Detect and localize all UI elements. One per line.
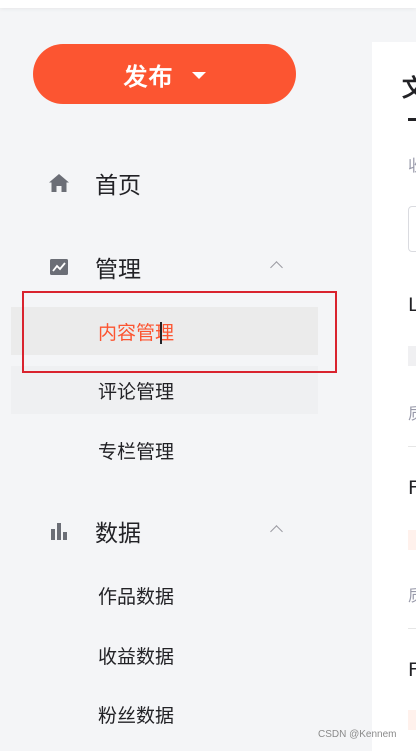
- article-title[interactable]: L: [408, 294, 416, 316]
- sidebar-subitem-label: 评论管理: [98, 380, 175, 403]
- article-tag: [408, 530, 416, 550]
- publish-button-label: 发布: [123, 62, 174, 91]
- divider: [408, 628, 416, 629]
- sidebar-subitem-label: 专栏管理: [98, 440, 175, 463]
- chevron-up-icon[interactable]: [270, 261, 283, 274]
- home-icon: [48, 172, 70, 194]
- sidebar-subitem-column-manage[interactable]: 专栏管理: [11, 426, 318, 474]
- content-subtitle: 收: [408, 152, 416, 176]
- article-tag: [408, 710, 416, 730]
- article-meta: 质: [408, 582, 416, 606]
- sidebar-subitem-works-data[interactable]: 作品数据: [11, 571, 318, 619]
- sidebar-subitem-fans-data[interactable]: 粉丝数据: [11, 690, 318, 738]
- sidebar-item-home[interactable]: 首页: [0, 157, 350, 209]
- publish-button[interactable]: 发布: [33, 44, 296, 104]
- text-cursor: [160, 322, 162, 344]
- sidebar-item-label: 管理: [95, 257, 141, 283]
- tab-underline: [408, 118, 416, 121]
- sidebar-item-label: 数据: [95, 521, 141, 547]
- sidebar-subitem-comment-manage[interactable]: 评论管理: [11, 366, 318, 414]
- search-input[interactable]: [408, 206, 416, 252]
- watermark: CSDN @Kennem: [318, 729, 397, 740]
- top-bar: [0, 0, 416, 8]
- sidebar-subitem-label: 粉丝数据: [98, 704, 175, 727]
- article-title[interactable]: F: [408, 477, 416, 499]
- article-tag: [408, 346, 416, 366]
- sidebar-item-label: 首页: [95, 173, 141, 199]
- page: 发布 首页 管理 内容管理 评论管理 专栏管理 数据 作品数据 收益数据 粉丝数…: [0, 0, 416, 751]
- article-meta: 质: [408, 400, 416, 424]
- sidebar-subitem-income-data[interactable]: 收益数据: [11, 631, 318, 679]
- content-title: 文: [402, 74, 416, 102]
- sidebar-subitem-label: 作品数据: [98, 585, 175, 608]
- sidebar-item-manage[interactable]: 管理: [0, 241, 350, 293]
- bar-chart-icon: [48, 520, 70, 542]
- sidebar-subitem-label: 内容管理: [98, 321, 175, 344]
- chevron-up-icon[interactable]: [270, 525, 283, 538]
- chart-icon: [48, 256, 70, 278]
- sidebar-subitem-label: 收益数据: [98, 645, 175, 668]
- sidebar-item-data[interactable]: 数据: [0, 505, 350, 557]
- caret-down-icon: [191, 71, 206, 79]
- article-title[interactable]: F: [408, 659, 416, 681]
- sidebar-subitem-content-manage[interactable]: 内容管理: [11, 307, 318, 355]
- content-panel: 文 收 L 质 F 质 F: [372, 42, 416, 751]
- divider: [408, 446, 416, 447]
